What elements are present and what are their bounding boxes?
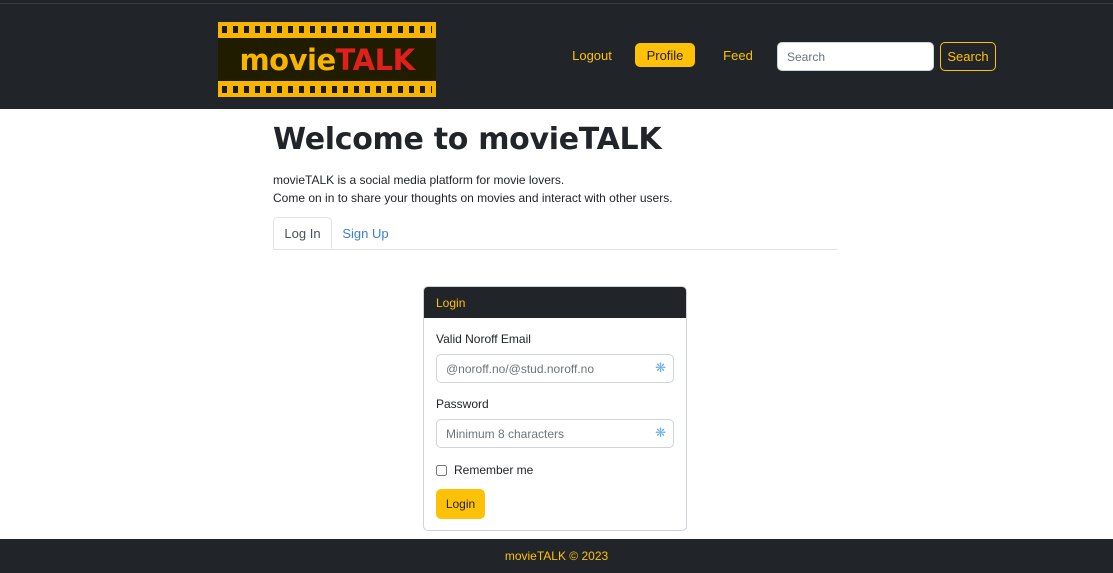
- login-button[interactable]: Login: [436, 489, 485, 519]
- login-card: Login Valid Noroff Email ❋ Password ❋ Re…: [423, 286, 687, 531]
- login-card-header: Login: [424, 287, 686, 318]
- email-input[interactable]: [437, 355, 655, 382]
- password-input[interactable]: [437, 420, 655, 447]
- tab-log-in[interactable]: Log In: [273, 217, 332, 249]
- film-strip-top: [222, 26, 432, 33]
- footer: movieTALK © 2023: [0, 539, 1113, 573]
- intro-line-1: movieTALK is a social media platform for…: [273, 173, 565, 187]
- password-manager-icon[interactable]: ❋: [655, 361, 666, 375]
- navbar: movieTALK Logout Profile Feed Search: [0, 4, 1113, 109]
- feed-link[interactable]: Feed: [720, 43, 756, 67]
- profile-link[interactable]: Profile: [635, 43, 695, 67]
- password-field[interactable]: ❋: [436, 419, 674, 448]
- page-title: Welcome to movieTALK: [273, 122, 662, 157]
- email-field[interactable]: ❋: [436, 354, 674, 383]
- search-button[interactable]: Search: [940, 42, 996, 71]
- remember-me[interactable]: Remember me: [436, 463, 533, 477]
- logout-link[interactable]: Logout: [568, 43, 616, 67]
- logo-word-movie: movie: [239, 43, 336, 77]
- remember-me-checkbox[interactable]: [436, 464, 447, 476]
- logo-word-talk: TALK: [335, 43, 415, 77]
- remember-me-label: Remember me: [454, 463, 534, 477]
- tab-sign-up[interactable]: Sign Up: [337, 217, 394, 249]
- intro-text: movieTALK is a social media platform for…: [273, 171, 673, 207]
- footer-text: movieTALK © 2023: [504, 549, 609, 563]
- password-label: Password: [436, 397, 489, 411]
- password-manager-icon[interactable]: ❋: [655, 426, 666, 440]
- film-strip-bottom: [222, 86, 432, 93]
- intro-line-2: Come on in to share your thoughts on mov…: [273, 191, 673, 205]
- search-input[interactable]: [777, 42, 934, 71]
- logo-wordmark: movieTALK: [218, 43, 436, 77]
- email-label: Valid Noroff Email: [436, 332, 531, 346]
- auth-tabs: Log In Sign Up: [273, 217, 837, 250]
- movietalk-logo[interactable]: movieTALK: [218, 22, 436, 97]
